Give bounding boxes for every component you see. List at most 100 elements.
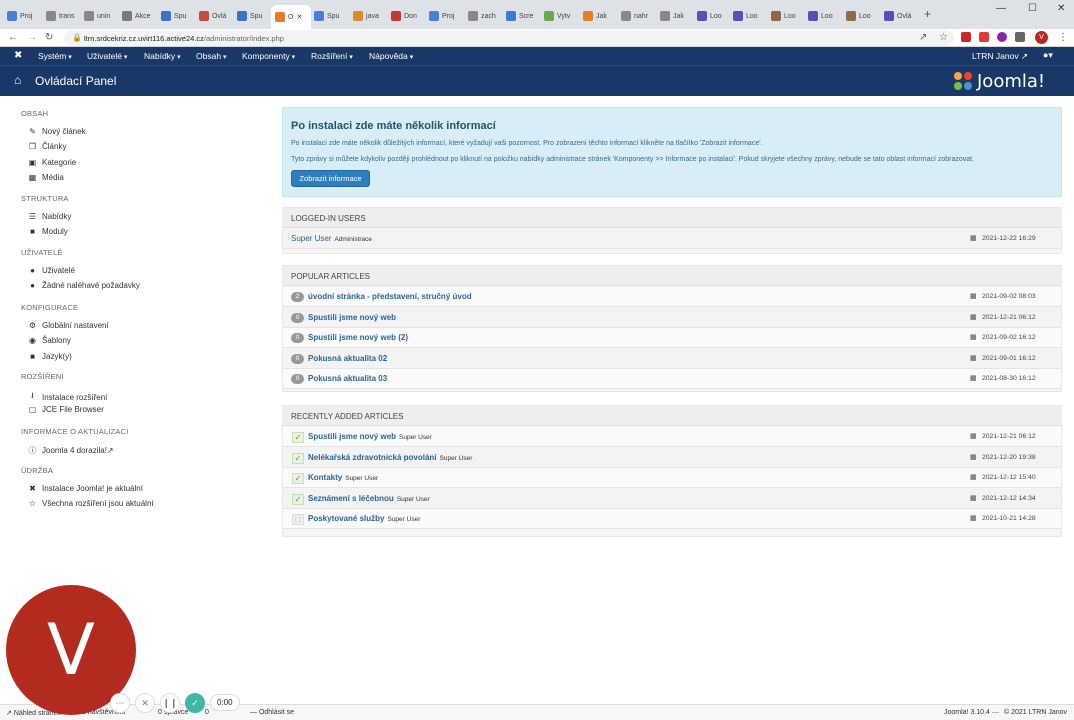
article-link[interactable]: Nelékařská zdravotnická povolání Super Us… — [308, 453, 472, 462]
article-link[interactable]: Spustili jsme nový web (2) — [308, 333, 408, 342]
sidebar-item[interactable]: ⓘ Joomla 4 dorazila! ↗ — [27, 445, 114, 456]
article-link[interactable]: Poskytované služby Super User — [308, 514, 420, 523]
bookmark-star-icon[interactable]: ☆ — [939, 32, 948, 43]
lock-icon[interactable]: 🔒 — [72, 33, 82, 42]
finish-recording-icon[interactable]: ✓ — [185, 692, 205, 713]
menu-users[interactable]: Uživatelé — [87, 51, 127, 61]
published-check-icon[interactable]: ✓ — [292, 493, 304, 505]
browser-tab[interactable]: Spu — [237, 6, 271, 26]
published-check-icon[interactable]: ✓ — [292, 432, 304, 443]
browser-tab[interactable]: Spu — [161, 6, 195, 26]
share-icon[interactable]: ↗ — [919, 32, 927, 43]
browser-tab[interactable]: nahr — [621, 6, 655, 26]
info-text: Po instalaci zde máte několik důležitých… — [291, 140, 763, 147]
sidebar-item[interactable]: ◉ Šablony — [27, 336, 71, 345]
sidebar-item[interactable]: ■ Jazyk(y) — [27, 352, 72, 361]
maximize-icon[interactable]: ☐ — [1028, 3, 1037, 14]
sidebar-item[interactable]: ▣ Kategorie — [27, 158, 77, 167]
browser-tab[interactable]: Jak — [583, 6, 617, 26]
browser-tab[interactable]: Loo — [733, 6, 767, 26]
joomla-logo-icon[interactable]: ✖ — [14, 50, 22, 61]
back-icon[interactable]: ← — [8, 32, 18, 43]
row-date: 2021-12-20 19:38 — [982, 453, 1036, 461]
sidebar-item[interactable]: ● Žádné naléhavé požadavky — [27, 281, 140, 290]
info-icon: ⓘ — [28, 446, 37, 455]
table-row: 0 Spustili jsme nový web (2) ▦ 2021-09-02 1… — [283, 328, 1061, 349]
article-link[interactable]: úvodní stránka - představení, stručný úv… — [308, 292, 472, 301]
pause-icon[interactable]: ❙❙ — [160, 692, 180, 713]
hits-badge: 0 — [291, 353, 304, 364]
user-link[interactable]: Super User Administrace — [291, 234, 372, 243]
puzzle-icon[interactable] — [1015, 32, 1025, 42]
more-dots-icon[interactable]: ⋯ — [110, 692, 130, 713]
menu-system[interactable]: Systém — [38, 51, 72, 61]
profile-avatar[interactable]: V — [1035, 31, 1048, 44]
article-link[interactable]: Spustili jsme nový web — [308, 313, 396, 322]
browser-tab[interactable]: unin — [84, 6, 118, 26]
sidebar-item[interactable]: ☆ Všechna rozšíření jsou aktuální — [27, 499, 154, 508]
new-tab-button[interactable]: + — [924, 7, 931, 21]
extension-icon[interactable] — [979, 32, 989, 42]
article-link[interactable]: Spustili jsme nový web Super User — [308, 432, 432, 441]
menu-menus[interactable]: Nabídky — [144, 51, 181, 61]
minimize-icon[interactable]: — — [996, 3, 1006, 14]
browser-tab[interactable]: zach — [468, 6, 502, 26]
sidebar-item[interactable]: ■ Moduly — [27, 227, 68, 236]
browser-tab[interactable]: java — [353, 6, 387, 26]
sidebar-item[interactable]: ● Uživatelé — [27, 266, 75, 275]
browser-tab[interactable]: Loo — [771, 6, 805, 26]
menu-components[interactable]: Komponenty — [242, 51, 295, 61]
sidebar-item[interactable]: ❐ Články — [27, 142, 67, 151]
unpublished-icon[interactable]: □ — [292, 514, 304, 526]
user-menu-icon[interactable]: ●▾ — [1043, 50, 1053, 61]
address-bar[interactable]: 🔒 ltrn.srdcekriz.cz.uvirt116.active24.cz… — [64, 30, 954, 46]
forward-icon[interactable]: → — [27, 32, 37, 43]
article-link[interactable]: Pokusná aktualita 02 — [308, 354, 387, 363]
browser-tab[interactable]: Spu — [314, 6, 348, 26]
browser-tab[interactable]: Loo — [808, 6, 842, 26]
browser-tab[interactable]: Don — [391, 6, 425, 26]
article-link[interactable]: Pokusná aktualita 03 — [308, 374, 387, 383]
tab-label: Vytv — [557, 12, 571, 20]
cube-icon: ■ — [30, 227, 35, 237]
cancel-recording-icon[interactable]: ✕ — [135, 692, 155, 713]
browser-tab[interactable]: Jak — [660, 6, 694, 26]
tab-label: Loo — [859, 12, 871, 20]
site-link[interactable]: LTRN Janov ↗ — [972, 51, 1028, 62]
sidebar-item[interactable]: ✖ Instalace Joomla! je aktuální — [27, 484, 143, 493]
user-role: Administrace — [334, 236, 373, 243]
browser-tab[interactable]: Vytv — [544, 6, 578, 26]
browser-tab[interactable]: Proj — [429, 6, 463, 26]
sidebar-item[interactable]: ⭳ Instalace rozšíření — [27, 390, 107, 404]
tab-label: Jak — [596, 12, 607, 20]
browser-tab[interactable]: Ovlá — [884, 6, 918, 26]
menu-extensions[interactable]: Rozšíření — [311, 51, 353, 61]
browser-tab[interactable]: Ovlá — [199, 6, 233, 26]
browser-tab[interactable]: Akce — [122, 6, 156, 26]
browser-tab[interactable]: Loo — [697, 6, 731, 26]
published-check-icon[interactable]: ✓ — [292, 452, 304, 464]
sidebar-item[interactable]: ☰ Nabídky — [27, 212, 71, 221]
sidebar-item[interactable]: ▢ JCE File Browser — [27, 405, 104, 414]
browser-tab[interactable]: Scre — [506, 6, 540, 26]
extension-icon[interactable] — [961, 32, 971, 42]
close-tab-icon[interactable]: ✕ — [296, 13, 302, 21]
sidebar-item[interactable]: ✎ Nový článek — [27, 127, 85, 136]
menu-content[interactable]: Obsah — [196, 51, 227, 61]
menu-help[interactable]: Nápověda — [369, 51, 413, 61]
browser-tab[interactable]: O ✕ — [271, 5, 311, 29]
extension-icon[interactable] — [997, 32, 1007, 42]
sidebar-item[interactable]: ⚙ Globální nastavení — [27, 321, 109, 330]
close-window-icon[interactable]: ✕ — [1057, 3, 1065, 14]
reload-icon[interactable]: ↻ — [45, 32, 53, 43]
browser-tab[interactable]: Loo — [846, 6, 880, 26]
browser-tab[interactable]: trans — [46, 6, 80, 26]
menu-dots-icon[interactable]: ⋮ — [1058, 32, 1068, 43]
article-link[interactable]: Seznámení s léčebnou Super User — [308, 494, 430, 503]
article-link[interactable]: Kontakty Super User — [308, 473, 378, 482]
published-check-icon[interactable]: ✓ — [292, 473, 304, 485]
logout-link[interactable]: — Odhlásit se — [250, 709, 294, 716]
show-messages-button[interactable]: Zobrazit informace — [291, 170, 370, 187]
browser-tab[interactable]: Proj — [7, 6, 41, 26]
sidebar-item[interactable]: ▦ Média — [27, 173, 64, 182]
